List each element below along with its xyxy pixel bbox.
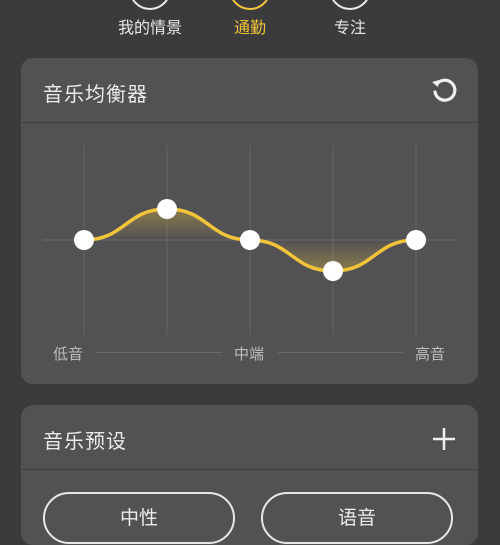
scene-tab-commute[interactable]: 通勤 bbox=[195, 0, 305, 48]
presets-title: 音乐预设 bbox=[43, 429, 127, 453]
equalizer-header: 音乐均衡器 bbox=[21, 58, 478, 123]
add-preset-button[interactable] bbox=[430, 425, 458, 453]
axis-label-mid: 中端 bbox=[234, 345, 265, 363]
axis-divider bbox=[278, 352, 403, 353]
axis-divider bbox=[97, 352, 222, 353]
equalizer-card: 音乐均衡器 低音 中端 高音 bbox=[21, 58, 478, 384]
eq-band-knob-0[interactable] bbox=[74, 230, 94, 250]
plus-icon bbox=[433, 428, 455, 450]
scene-tab-label: 通勤 bbox=[233, 18, 266, 37]
preset-neutral-button[interactable]: 中性 bbox=[43, 492, 235, 544]
presets-header: 音乐预设 bbox=[21, 405, 478, 470]
scene-circle-icon bbox=[129, 0, 171, 10]
scene-tab-label: 我的情景 bbox=[117, 18, 182, 37]
scene-tab-focus[interactable]: 专注 bbox=[295, 0, 405, 48]
eq-band-knob-2[interactable] bbox=[240, 230, 260, 250]
reset-icon bbox=[432, 78, 457, 102]
scene-circle-icon bbox=[229, 0, 271, 10]
equalizer-graph[interactable]: 低音 中端 高音 bbox=[21, 123, 478, 383]
axis-label-high: 高音 bbox=[415, 345, 446, 363]
equalizer-title: 音乐均衡器 bbox=[43, 82, 148, 106]
scene-circle-icon bbox=[329, 0, 371, 10]
preset-voice-button[interactable]: 语音 bbox=[261, 492, 453, 544]
presets-card: 音乐预设 中性 语音 bbox=[21, 405, 478, 545]
scene-tab-label: 专注 bbox=[333, 18, 366, 37]
eq-band-knob-3[interactable] bbox=[323, 261, 343, 281]
eq-band-knob-1[interactable] bbox=[157, 199, 177, 219]
axis-label-low: 低音 bbox=[53, 345, 84, 363]
scene-tab-my-scene[interactable]: 我的情景 bbox=[95, 0, 205, 48]
scene-tabs: 我的情景 通勤 专注 bbox=[0, 0, 500, 48]
reset-button[interactable] bbox=[428, 74, 460, 106]
eq-band-knob-4[interactable] bbox=[406, 230, 426, 250]
